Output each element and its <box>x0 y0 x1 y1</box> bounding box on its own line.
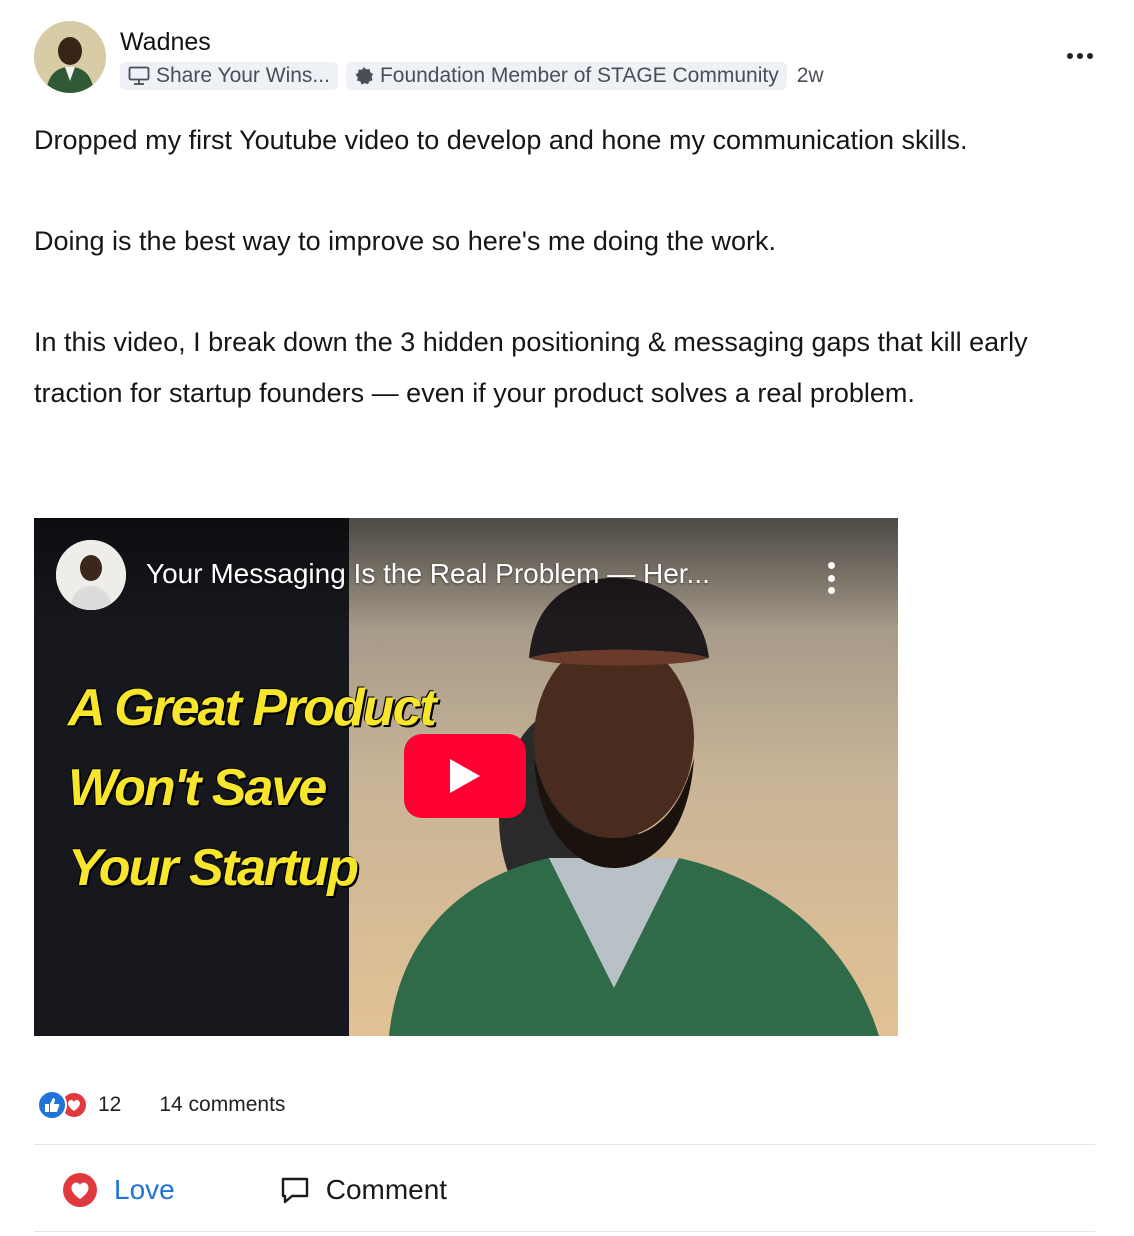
divider <box>34 1231 1095 1232</box>
reaction-icons[interactable] <box>36 1090 90 1120</box>
badge-label: Foundation Member of STAGE Community <box>379 64 779 87</box>
youtube-embed[interactable]: Your Messaging Is the Real Problem — Her… <box>34 518 898 1036</box>
play-button[interactable] <box>404 734 526 818</box>
space-label: Share Your Wins... <box>156 64 330 87</box>
author-avatar[interactable] <box>34 21 106 93</box>
headline-line: Won't Save <box>68 759 327 817</box>
post-meta: Share Your Wins... Foundation Member of … <box>120 61 824 91</box>
video-title[interactable]: Your Messaging Is the Real Problem — Her… <box>146 558 710 590</box>
comment-label: Comment <box>325 1174 448 1205</box>
member-badge: Foundation Member of STAGE Community <box>345 62 787 90</box>
badge-icon <box>355 67 373 85</box>
thumbnail-headline: A Great Product Won't Save Your Startup <box>68 668 437 908</box>
play-icon <box>450 759 480 793</box>
post-time[interactable]: 2w <box>797 64 824 88</box>
love-button[interactable]: Love <box>62 1172 175 1208</box>
post-paragraph: In this video, I break down the 3 hidden… <box>34 327 1028 408</box>
post-text: Dropped my first Youtube video to develo… <box>34 115 1104 418</box>
monitor-icon <box>128 66 150 85</box>
comment-icon <box>281 1177 308 1204</box>
post-paragraph: Dropped my first Youtube video to develo… <box>34 125 968 155</box>
love-label: Love <box>114 1174 175 1205</box>
headline-line: A Great Product <box>68 679 437 737</box>
video-menu-icon[interactable] <box>824 562 838 594</box>
comments-count[interactable]: 14 comments <box>159 1093 285 1117</box>
author-name[interactable]: Wadnes <box>120 28 211 57</box>
comment-button[interactable]: Comment <box>280 1174 447 1206</box>
more-options-icon[interactable] <box>1060 44 1100 68</box>
post-stats: 12 14 comments <box>36 1090 285 1120</box>
divider <box>34 1144 1095 1145</box>
space-chip[interactable]: Share Your Wins... <box>120 62 338 90</box>
channel-avatar[interactable] <box>56 540 126 610</box>
post-actions: Love Comment <box>62 1168 447 1212</box>
post-paragraph: Doing is the best way to improve so here… <box>34 226 777 256</box>
headline-line: Your Startup <box>68 839 359 897</box>
heart-icon <box>63 1173 97 1207</box>
reaction-count[interactable]: 12 <box>98 1093 121 1117</box>
